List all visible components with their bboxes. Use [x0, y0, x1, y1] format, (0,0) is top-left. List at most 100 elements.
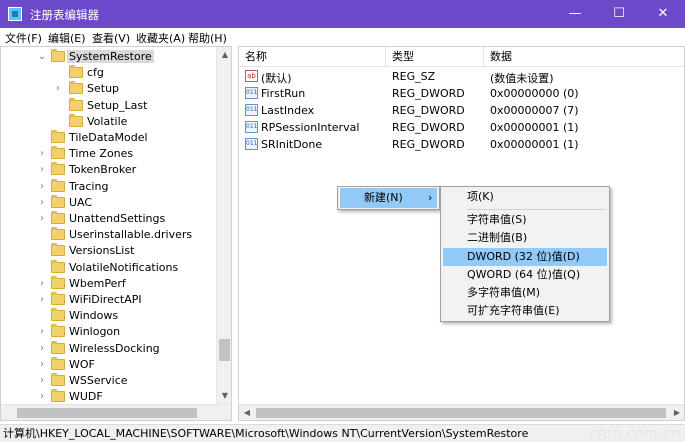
tree-item-label: WUDF	[69, 390, 103, 404]
column-header-type[interactable]: 类型	[386, 47, 484, 67]
tree-item[interactable]: Windows	[1, 308, 217, 324]
folder-icon	[51, 324, 65, 338]
submenu-item-label: 项(K)	[467, 190, 494, 203]
folder-icon	[51, 194, 65, 208]
tree-item[interactable]: Setup_Last	[1, 97, 217, 114]
chevron-right-icon[interactable]: ›	[37, 278, 47, 290]
menu-edit[interactable]: 编辑(E)	[48, 30, 86, 46]
submenu-item[interactable]: QWORD (64 位)值(Q)	[443, 266, 607, 284]
chevron-right-icon[interactable]: ›	[37, 213, 47, 225]
submenu-item[interactable]: 项(K)	[443, 188, 607, 206]
tree-item[interactable]: › Tracing	[1, 178, 217, 195]
tree-item[interactable]: › WUDF	[1, 389, 217, 405]
submenu-item-label: QWORD (64 位)值(Q)	[467, 268, 581, 281]
tree-item[interactable]: › UAC	[1, 194, 217, 211]
tree-item[interactable]: › WbemPerf	[1, 275, 217, 292]
chevron-right-icon[interactable]: ›	[37, 294, 47, 306]
folder-icon	[51, 130, 65, 143]
folder-icon	[51, 275, 65, 289]
menu-view[interactable]: 查看(V)	[92, 30, 130, 46]
tree-item[interactable]: › WSService	[1, 373, 217, 389]
tree-item[interactable]: › Setup	[1, 81, 217, 97]
tree-scroll-thumb[interactable]	[219, 339, 230, 361]
folder-icon	[51, 146, 65, 160]
tree-hscroll-thumb[interactable]	[17, 408, 197, 418]
chevron-right-icon[interactable]: ›	[37, 197, 47, 209]
chevron-right-icon[interactable]: ›	[37, 148, 47, 160]
scroll-left-arrow-icon[interactable]: ◀	[239, 405, 255, 420]
chevron-right-icon[interactable]: ›	[37, 343, 47, 355]
tree-item[interactable]: cfg	[1, 65, 217, 81]
tree-item[interactable]: › UnattendSettings	[1, 211, 217, 227]
tree-item[interactable]: › Time Zones	[1, 146, 217, 162]
tree-item[interactable]: › WiFiDirectAPI	[1, 292, 217, 308]
submenu-item[interactable]: DWORD (32 位)值(D)	[443, 248, 607, 266]
tree-item[interactable]: TileDataModel	[1, 130, 217, 146]
tree-item[interactable]: › WOF	[1, 356, 217, 373]
folder-icon	[69, 65, 83, 79]
chevron-right-icon[interactable]: ›	[53, 83, 63, 95]
tree-item[interactable]: VolatileNotifications	[1, 259, 217, 276]
scroll-down-arrow-icon[interactable]: ▼	[217, 388, 231, 404]
menu-help[interactable]: 帮助(H)	[188, 30, 227, 46]
value-data: 0x00000000 (0)	[490, 87, 579, 100]
chevron-down-icon[interactable]: ⌄	[37, 51, 47, 63]
tree-item-label: WOF	[69, 357, 95, 371]
context-menu-new[interactable]: 新建(N) ›	[340, 188, 437, 208]
submenu-item[interactable]: 多字符串值(M)	[443, 284, 607, 302]
chevron-right-icon[interactable]: ›	[37, 359, 47, 371]
tree-item-label: Userinstallable.drivers	[69, 228, 193, 242]
tree-item[interactable]: Volatile	[1, 113, 217, 130]
chevron-right-icon[interactable]: ›	[37, 375, 47, 387]
title-bar: 注册表编辑器 — ☐ ✕	[0, 0, 685, 28]
submenu-arrow-icon: ›	[428, 191, 433, 204]
tree-vertical-scrollbar[interactable]: ▲ ▼	[216, 47, 231, 404]
chevron-right-icon[interactable]: ›	[37, 181, 47, 193]
chevron-right-icon[interactable]: ›	[37, 326, 47, 338]
values-hscroll-thumb[interactable]	[256, 408, 666, 418]
tree-item[interactable]: › WirelessDocking	[1, 340, 217, 357]
binary-value-icon: 011	[245, 121, 258, 133]
folder-icon	[69, 113, 83, 127]
value-row[interactable]: 011 LastIndex REG_DWORD 0x00000007 (7)	[239, 102, 684, 119]
menu-file[interactable]: 文件(F)	[5, 30, 42, 46]
tree-item-label: Setup	[87, 82, 120, 96]
chevron-right-icon[interactable]: ›	[37, 391, 47, 403]
chevron-right-icon	[37, 310, 47, 322]
tree-item[interactable]: VersionsList	[1, 243, 217, 259]
column-header-data[interactable]: 数据	[484, 47, 684, 67]
column-header-name[interactable]: 名称	[239, 47, 386, 67]
close-button[interactable]: ✕	[641, 0, 685, 28]
scroll-right-arrow-icon[interactable]: ▶	[669, 405, 684, 420]
chevron-right-icon[interactable]: ›	[37, 164, 47, 176]
regedit-app-icon	[8, 7, 22, 21]
submenu-item[interactable]: 可扩充字符串值(E)	[443, 302, 607, 320]
tree-item-label: TokenBroker	[69, 163, 137, 177]
submenu-item[interactable]: 二进制值(B)	[443, 229, 607, 247]
minimize-button[interactable]: —	[553, 0, 597, 28]
value-row[interactable]: ab (默认) REG_SZ (数值未设置)	[239, 68, 684, 85]
folder-icon	[51, 292, 65, 305]
scroll-up-arrow-icon[interactable]: ▲	[217, 47, 231, 63]
tree-item-label: Winlogon	[69, 325, 121, 339]
value-row[interactable]: 011 RPSessionInterval REG_DWORD 0x00000001 …	[239, 119, 684, 136]
menu-favorites[interactable]: 收藏夹(A)	[136, 30, 185, 46]
key-tree-pane: ⌄ SystemRestore cfg › Setup Setup_Last Volatil…	[0, 46, 232, 421]
tree-horizontal-scrollbar[interactable]	[1, 404, 231, 420]
context-menu: 新建(N) ›	[337, 186, 440, 210]
value-row[interactable]: 011 FirstRun REG_DWORD 0x00000000 (0)	[239, 85, 684, 102]
maximize-button[interactable]: ☐	[597, 0, 641, 28]
tree-item[interactable]: Userinstallable.drivers	[1, 227, 217, 243]
chevron-right-icon	[37, 262, 47, 274]
value-name: FirstRun	[261, 87, 306, 100]
tree-item[interactable]: › Winlogon	[1, 324, 217, 340]
submenu-item-label: 字符串值(S)	[467, 213, 527, 226]
submenu-item[interactable]: 字符串值(S)	[443, 211, 607, 229]
chevron-right-icon	[37, 245, 47, 257]
tree-item[interactable]: ⌄ SystemRestore	[1, 49, 217, 65]
value-data: 0x00000007 (7)	[490, 104, 579, 117]
value-row[interactable]: 011 SRInitDone REG_DWORD 0x00000001 (1)	[239, 136, 684, 153]
tree-item[interactable]: › TokenBroker	[1, 162, 217, 178]
value-name: LastIndex	[261, 104, 315, 117]
values-horizontal-scrollbar[interactable]: ◀ ▶	[239, 404, 684, 420]
